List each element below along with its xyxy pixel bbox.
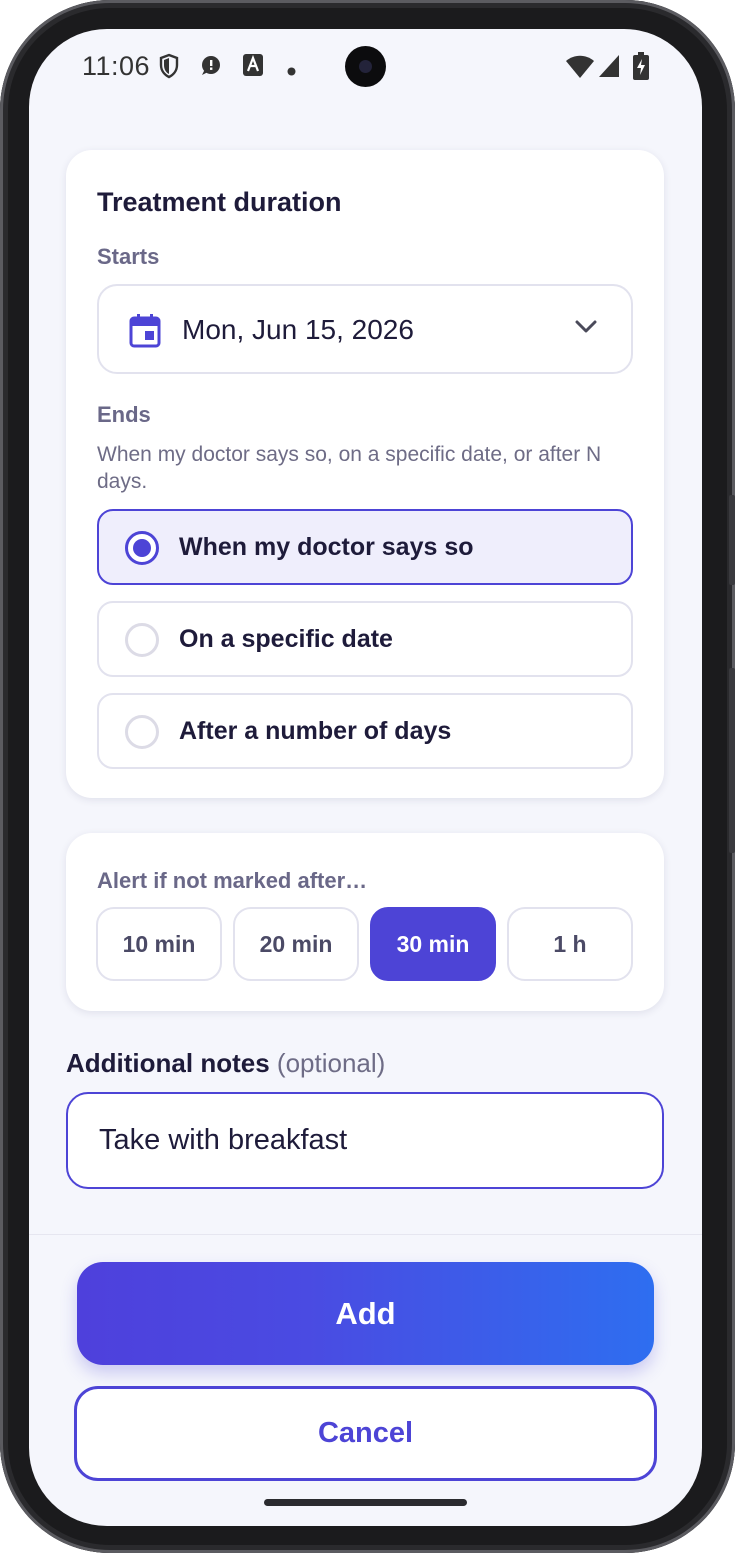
- wifi-icon: [565, 55, 595, 84]
- status-time: 11:06: [82, 51, 151, 81]
- ends-helper-text: When my doctor says so, on a specific da…: [97, 443, 602, 493]
- font-a-icon: [242, 53, 264, 82]
- treatment-duration-title: Treatment duration: [97, 187, 342, 217]
- radio-unselected-icon: [125, 623, 159, 657]
- notes-optional-hint: (optional): [276, 1048, 386, 1078]
- alert-chip-30-min[interactable]: 30 min: [370, 907, 496, 981]
- alert-card: Alert if not marked after… 10 min 20 min…: [66, 833, 664, 1011]
- screen: 11:06 Treatment duration Starts Mon, Jun…: [29, 29, 702, 1526]
- cancel-button[interactable]: Cancel: [74, 1386, 657, 1481]
- phone-frame: 11:06 Treatment duration Starts Mon, Jun…: [0, 0, 735, 1553]
- notes-label: Additional notes (optional): [66, 1048, 385, 1079]
- start-date-value: Mon, Jun 15, 2026: [182, 314, 414, 345]
- radio-unselected-icon: [125, 715, 159, 749]
- ends-option-doctor[interactable]: When my doctor says so: [97, 509, 633, 585]
- starts-label: Starts: [97, 244, 160, 269]
- alert-chip-10-min[interactable]: 10 min: [96, 907, 222, 981]
- radio-selected-icon: [125, 531, 159, 565]
- alert-label: Alert if not marked after…: [97, 868, 368, 893]
- battery-charging-icon: [633, 52, 649, 85]
- add-button[interactable]: Add: [77, 1262, 654, 1365]
- power-button: [729, 668, 735, 853]
- ends-option-label: After a number of days: [179, 717, 452, 745]
- home-indicator[interactable]: [264, 1499, 467, 1506]
- treatment-duration-card: Treatment duration Starts Mon, Jun 15, 2…: [66, 150, 664, 798]
- start-date-select[interactable]: Mon, Jun 15, 2026: [97, 284, 633, 374]
- alert-chip-1-h[interactable]: 1 h: [507, 907, 633, 981]
- notes-label-text: Additional notes: [66, 1048, 270, 1078]
- chat-bubble-icon: [197, 53, 223, 84]
- chevron-down-icon: [575, 320, 597, 339]
- ends-option-label: On a specific date: [179, 625, 393, 653]
- ends-option-label: When my doctor says so: [179, 533, 474, 561]
- status-bar: 11:06: [29, 29, 702, 109]
- dot-icon: [287, 63, 296, 81]
- ends-option-number-of-days[interactable]: After a number of days: [97, 693, 633, 769]
- ends-label: Ends: [97, 402, 151, 427]
- calendar-icon: [129, 314, 161, 353]
- notes-input[interactable]: [66, 1092, 664, 1189]
- divider: [29, 1234, 702, 1235]
- volume-button: [729, 495, 735, 585]
- alert-chip-20-min[interactable]: 20 min: [233, 907, 359, 981]
- cellular-signal-icon: [598, 54, 620, 83]
- shield-icon: [158, 53, 180, 84]
- front-camera: [345, 46, 386, 87]
- ends-option-specific-date[interactable]: On a specific date: [97, 601, 633, 677]
